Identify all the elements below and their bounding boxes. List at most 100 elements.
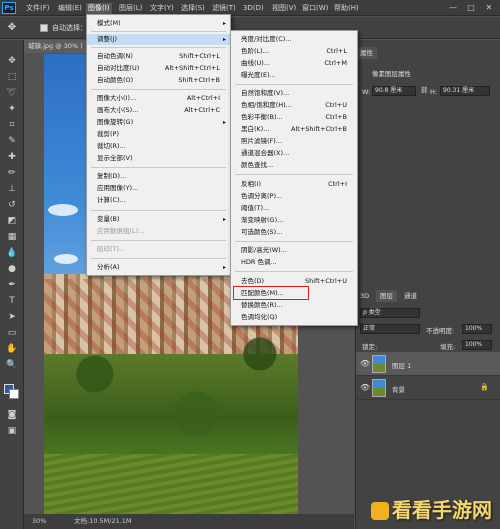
blend-mode-select[interactable]: 正常 — [360, 324, 420, 334]
gradient-tool-icon[interactable]: ▦ — [4, 230, 20, 244]
close-button[interactable]: ✕ — [482, 2, 496, 13]
properties-title: 像素图层属性 — [372, 70, 411, 78]
type-tool-icon[interactable]: T — [4, 294, 20, 308]
menu-item-photo-filter[interactable]: 照片滤镜(F)... — [231, 136, 357, 147]
eye-icon[interactable]: 👁 — [360, 359, 370, 368]
menu-item-crop[interactable]: 裁剪(P) — [87, 129, 230, 140]
menu-item-apply-data-set[interactable]: 应用数据组(L)... — [87, 226, 230, 237]
screen-mode-icon[interactable]: ▣ — [4, 424, 20, 438]
magic-wand-icon[interactable]: ✦ — [4, 102, 20, 116]
menu-item-selective-color[interactable]: 可选颜色(S)... — [231, 227, 357, 238]
menu-item-hdr-toning[interactable]: HDR 色调... — [231, 257, 357, 268]
tab-channels[interactable]: 通道 — [400, 290, 421, 302]
menu-item-trim[interactable]: 裁切(R)... — [87, 141, 230, 152]
menu-item-channel-mixer[interactable]: 通道混合器(X)... — [231, 148, 357, 159]
path-select-icon[interactable]: ➤ — [4, 310, 20, 324]
zoom-level[interactable]: 30% — [32, 514, 46, 529]
menu-view[interactable]: 视图(V) — [270, 3, 298, 14]
link-icon[interactable]: ⛓ — [420, 86, 428, 94]
menu-item-auto-color[interactable]: 自动颜色(O) Shift+Ctrl+B — [87, 75, 230, 86]
auto-select-checkbox[interactable] — [40, 24, 48, 32]
menu-item-vibrance[interactable]: 自然饱和度(V)... — [231, 88, 357, 99]
eyedropper-icon[interactable]: ✎ — [4, 134, 20, 148]
tab-layers[interactable]: 图层 — [376, 290, 397, 302]
minimize-button[interactable]: — — [446, 2, 460, 13]
menu-image[interactable]: 图像(I) — [86, 3, 112, 14]
quick-mask-icon[interactable]: ◙ — [4, 408, 20, 422]
menu-item-color-lookup[interactable]: 颜色查找... — [231, 160, 357, 171]
menu-item-brightness-contrast[interactable]: 亮度/对比度(C)... — [231, 34, 357, 45]
menu-item-analysis[interactable]: 分析(A) ▸ — [87, 262, 230, 273]
height-field[interactable]: 90.31 厘米 — [440, 86, 490, 96]
rectangle-tool-icon[interactable]: ▭ — [4, 326, 20, 340]
zoom-tool-icon[interactable]: 🔍 — [4, 358, 20, 372]
layer-kind-filter[interactable]: ρ 类型 — [360, 308, 420, 318]
menu-item-gradient-map[interactable]: 渐变映射(G)... — [231, 215, 357, 226]
menu-item-trap[interactable]: 陷印(T)... — [87, 244, 230, 255]
menu-item-duplicate[interactable]: 复制(D)... — [87, 171, 230, 182]
menu-item-curves[interactable]: 曲线(U)... Ctrl+M — [231, 58, 357, 69]
menu-item-image-rotation[interactable]: 图像旋转(G) ▸ — [87, 117, 230, 128]
move-tool-icon[interactable]: ✥ — [4, 21, 20, 35]
menu-item-shadows-highlights[interactable]: 阴影/高光(W)... — [231, 245, 357, 256]
menu-item-black-white[interactable]: 黑白(K)... Alt+Shift+Ctrl+B — [231, 124, 357, 135]
menu-item-label: 渐变映射(G)... — [241, 216, 284, 224]
menu-filter[interactable]: 滤镜(T) — [210, 3, 238, 14]
menu-item-mode[interactable]: 模式(M) ▸ — [87, 18, 230, 29]
eraser-icon[interactable]: ◩ — [4, 214, 20, 228]
menu-item-posterize[interactable]: 色调分离(P)... — [231, 191, 357, 202]
fill-field[interactable]: 100% — [462, 340, 492, 350]
menu-layer[interactable]: 图层(L) — [117, 3, 144, 14]
menu-edit[interactable]: 编辑(E) — [56, 3, 84, 14]
menu-window[interactable]: 窗口(W) — [300, 3, 330, 14]
menu-item-image-size[interactable]: 图像大小(I)... Alt+Ctrl+I — [87, 93, 230, 104]
hand-tool-icon[interactable]: ✋ — [4, 342, 20, 356]
layer-row[interactable]: 👁 背景 🔒 — [356, 376, 500, 400]
menu-item-equalize[interactable]: 色调均化(Q) — [231, 312, 357, 323]
pen-tool-icon[interactable]: ✒ — [4, 278, 20, 292]
menu-item-auto-contrast[interactable]: 自动对比度(U) Alt+Shift+Ctrl+L — [87, 63, 230, 74]
dodge-tool-icon[interactable]: ● — [4, 262, 20, 276]
menu-file[interactable]: 文件(F) — [24, 3, 52, 14]
tab-properties[interactable]: 属性 — [356, 47, 377, 59]
brush-tool-icon[interactable]: ✏ — [4, 166, 20, 180]
menu-item-replace-color[interactable]: 替换颜色(R)... — [231, 300, 357, 311]
menu-item-calculations[interactable]: 计算(C)... — [87, 195, 230, 206]
menu-item-color-balance[interactable]: 色彩平衡(B)... Ctrl+B — [231, 112, 357, 123]
menu-item-exposure[interactable]: 曝光度(E)... — [231, 70, 357, 81]
healing-brush-icon[interactable]: ✚ — [4, 150, 20, 164]
menu-item-invert[interactable]: 反相(I) Ctrl+I — [231, 179, 357, 190]
menu-item-auto-tone[interactable]: 自动色调(N) Shift+Ctrl+L — [87, 51, 230, 62]
tab-3d[interactable]: 3D — [356, 290, 373, 302]
eye-icon[interactable]: 👁 — [360, 383, 370, 392]
crop-tool-icon[interactable]: ⌗ — [4, 118, 20, 132]
document-info[interactable]: 文档:10.5M/21.1M — [74, 514, 132, 529]
opacity-field[interactable]: 100% — [462, 324, 492, 334]
menu-select[interactable]: 选择(S) — [179, 3, 207, 14]
layer-row[interactable]: 👁 图层 1 — [356, 352, 500, 376]
menu-item-canvas-size[interactable]: 画布大小(S)... Alt+Ctrl+C — [87, 105, 230, 116]
menu-item-variables[interactable]: 变量(B) ▸ — [87, 214, 230, 225]
blur-tool-icon[interactable]: 💧 — [4, 246, 20, 260]
clone-stamp-icon[interactable]: ⊥ — [4, 182, 20, 196]
menu-item-levels[interactable]: 色阶(L)... Ctrl+L — [231, 46, 357, 57]
lasso-tool-icon[interactable]: ➰ — [4, 86, 20, 100]
menu-type[interactable]: 文字(Y) — [148, 3, 176, 14]
marquee-tool-icon[interactable]: ⬚ — [4, 70, 20, 84]
maximize-button[interactable]: □ — [464, 2, 478, 13]
menu-item-label: 阴影/高光(W)... — [241, 246, 287, 254]
menu-help[interactable]: 帮助(H) — [332, 3, 361, 14]
document-tab[interactable]: 城镇.jpg @ 30% ( — [24, 40, 90, 53]
background-color-swatch[interactable] — [9, 389, 19, 399]
menu-item-reveal-all[interactable]: 显示全部(V) — [87, 153, 230, 164]
submenu-arrow-icon: ▸ — [222, 119, 226, 126]
canvas-cloud — [54, 254, 78, 264]
menu-3d[interactable]: 3D(D) — [241, 3, 266, 14]
history-brush-icon[interactable]: ↺ — [4, 198, 20, 212]
menu-item-apply-image[interactable]: 应用图像(Y)... — [87, 183, 230, 194]
menu-item-threshold[interactable]: 阈值(T)... — [231, 203, 357, 214]
width-field[interactable]: 90.8 厘米 — [372, 86, 416, 96]
menu-item-hue-saturation[interactable]: 色相/饱和度(H)... Ctrl+U — [231, 100, 357, 111]
move-tool-icon[interactable]: ✥ — [4, 54, 20, 68]
menu-item-adjustments[interactable]: 调整(J) ▸ — [87, 34, 230, 45]
